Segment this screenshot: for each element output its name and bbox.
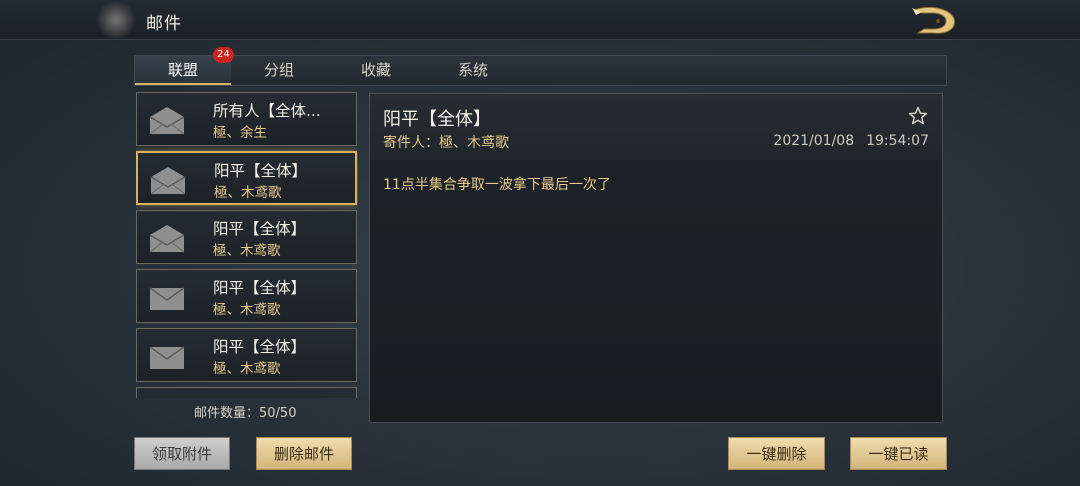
tab-alliance[interactable]: 联盟 24 [135,47,234,85]
mail-sender: 極、木鸢歌 [213,302,281,318]
mail-sender: 極、木鸢歌 [213,243,281,259]
mail-detail-sender: 寄件人：極、木鸢歌 [383,132,509,152]
mail-list-item[interactable]: 阳平【全体】 極、木鸢歌 [136,210,357,264]
mail-title: 阳平【全体】 [213,279,307,297]
page-title: 邮件 [146,14,182,34]
mail-list-item[interactable]: 阳平【全体】 極、木鸢歌 [136,269,357,323]
delete-all-button[interactable]: 一键删除 [728,437,825,470]
mail-sender: 極、木鸢歌 [213,361,281,377]
tab-group[interactable]: 分组 [231,56,327,85]
tab-label: 收藏 [360,61,391,79]
sender-name: 極、木鸢歌 [439,135,509,151]
mail-detail-body: 11点半集合争取一波拿下最后一次了 [383,177,611,193]
mail-detail-title: 阳平【全体】 [383,109,491,130]
open-envelope-icon [149,107,185,135]
mail-detail-datetime: 2021/01/08 19:54:07 [773,133,929,149]
tab-system[interactable]: 系统 [425,56,521,85]
closed-envelope-icon [149,287,185,310]
open-envelope-icon [150,167,186,195]
mail-list-item[interactable]: 阳平【全体】 極、木鸢歌 [136,328,357,382]
mail-title: 阳平【全体】 [213,220,307,238]
mail-time: 19:54:07 [866,133,929,149]
tab-label: 分组 [263,61,294,79]
tab-label: 联盟 [167,61,198,79]
mail-detail-panel: 阳平【全体】 寄件人：極、木鸢歌 2021/01/08 19:54:07 11点半… [369,93,943,423]
delete-mail-button[interactable]: 删除邮件 [256,437,352,470]
mail-title: 阳平【全体】 [213,338,307,356]
read-all-button[interactable]: 一键已读 [850,437,947,470]
sender-label: 寄件人： [383,135,439,151]
mail-list-item-partial[interactable] [136,387,357,398]
mail-list-item[interactable]: 所有人【全体... 極、余生 [136,92,357,146]
mail-sender: 極、余生 [213,125,267,141]
mail-list[interactable]: 所有人【全体... 極、余生 阳平【全体】 極、木鸢歌 阳平【全体】 極、木鸢歌… [136,92,358,398]
mail-title: 所有人【全体... [213,102,321,120]
mail-title: 阳平【全体】 [214,162,308,180]
mail-list-item-selected[interactable]: 阳平【全体】 極、木鸢歌 [136,151,357,205]
dragon-back-icon[interactable] [908,4,960,36]
mail-tab-bar: 联盟 24 分组 收藏 系统 [134,47,947,86]
star-outline-icon[interactable] [908,106,928,126]
open-envelope-icon [149,225,185,253]
mail-count: 邮件数量：50/50 [194,406,297,421]
mail-detail-header: 阳平【全体】 寄件人：極、木鸢歌 2021/01/08 19:54:07 [370,94,942,160]
emblem-icon [96,0,136,40]
top-bar: 邮件 [0,0,1080,40]
tab-label: 系统 [457,61,488,79]
closed-envelope-icon [149,346,185,369]
mail-sender: 極、木鸢歌 [214,185,282,201]
mail-date: 2021/01/08 [773,133,855,149]
claim-attachment-button[interactable]: 领取附件 [134,437,230,470]
tab-favorites[interactable]: 收藏 [328,56,424,85]
